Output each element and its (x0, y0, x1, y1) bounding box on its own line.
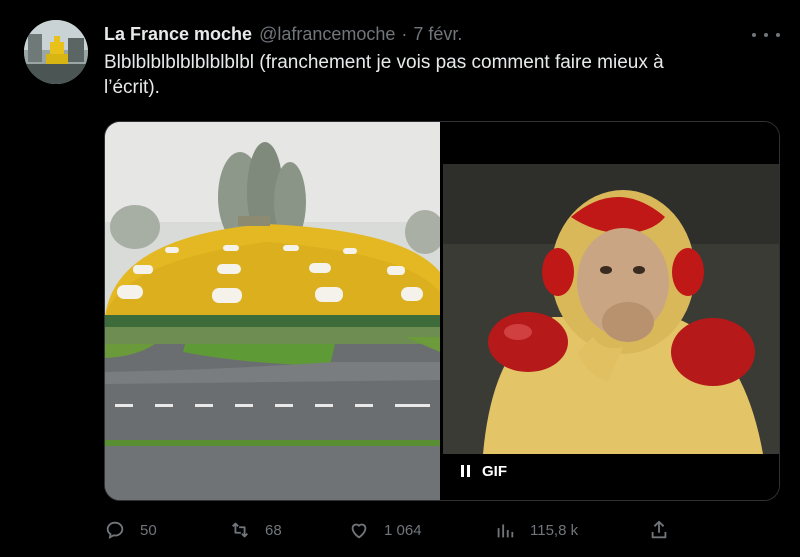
like-count: 1 064 (384, 521, 422, 539)
repost-button[interactable]: 68 (229, 515, 282, 545)
reply-icon (106, 521, 124, 540)
avatar-image (24, 20, 88, 84)
action-bar: 50 68 1 064 115,8 k (104, 515, 684, 545)
tweet-date[interactable]: 7 févr. (413, 24, 462, 45)
avatar[interactable] (24, 20, 88, 84)
reply-button[interactable]: 50 (104, 515, 157, 545)
views-chart-icon (497, 524, 514, 538)
yellow-dome-building-image[interactable] (105, 122, 440, 500)
pause-icon[interactable] (461, 465, 470, 477)
media-container: GIF (104, 121, 780, 501)
tweet-text: Blblblblblblblblblbl (franchement je voi… (104, 52, 664, 98)
display-name[interactable]: La France moche (104, 24, 252, 45)
like-button[interactable]: 1 064 (348, 515, 422, 545)
repost-icon (232, 522, 248, 538)
more-options-icon[interactable] (752, 30, 780, 40)
gif-badge[interactable]: GIF (461, 459, 507, 483)
view-count: 115,8 k (530, 521, 579, 539)
reply-count: 50 (140, 521, 157, 539)
gif-label: GIF (482, 462, 507, 480)
gif-costume-image[interactable] (443, 122, 779, 500)
share-icon (651, 520, 667, 539)
user-handle[interactable]: @lafrancemoche (259, 24, 395, 45)
share-button[interactable] (648, 515, 670, 545)
views-button[interactable]: 115,8 k (494, 515, 578, 545)
repost-count: 68 (265, 521, 282, 539)
tweet-header: La France moche @lafrancemoche · 7 févr. (104, 22, 462, 46)
separator: · (401, 23, 408, 44)
heart-icon (351, 523, 367, 539)
